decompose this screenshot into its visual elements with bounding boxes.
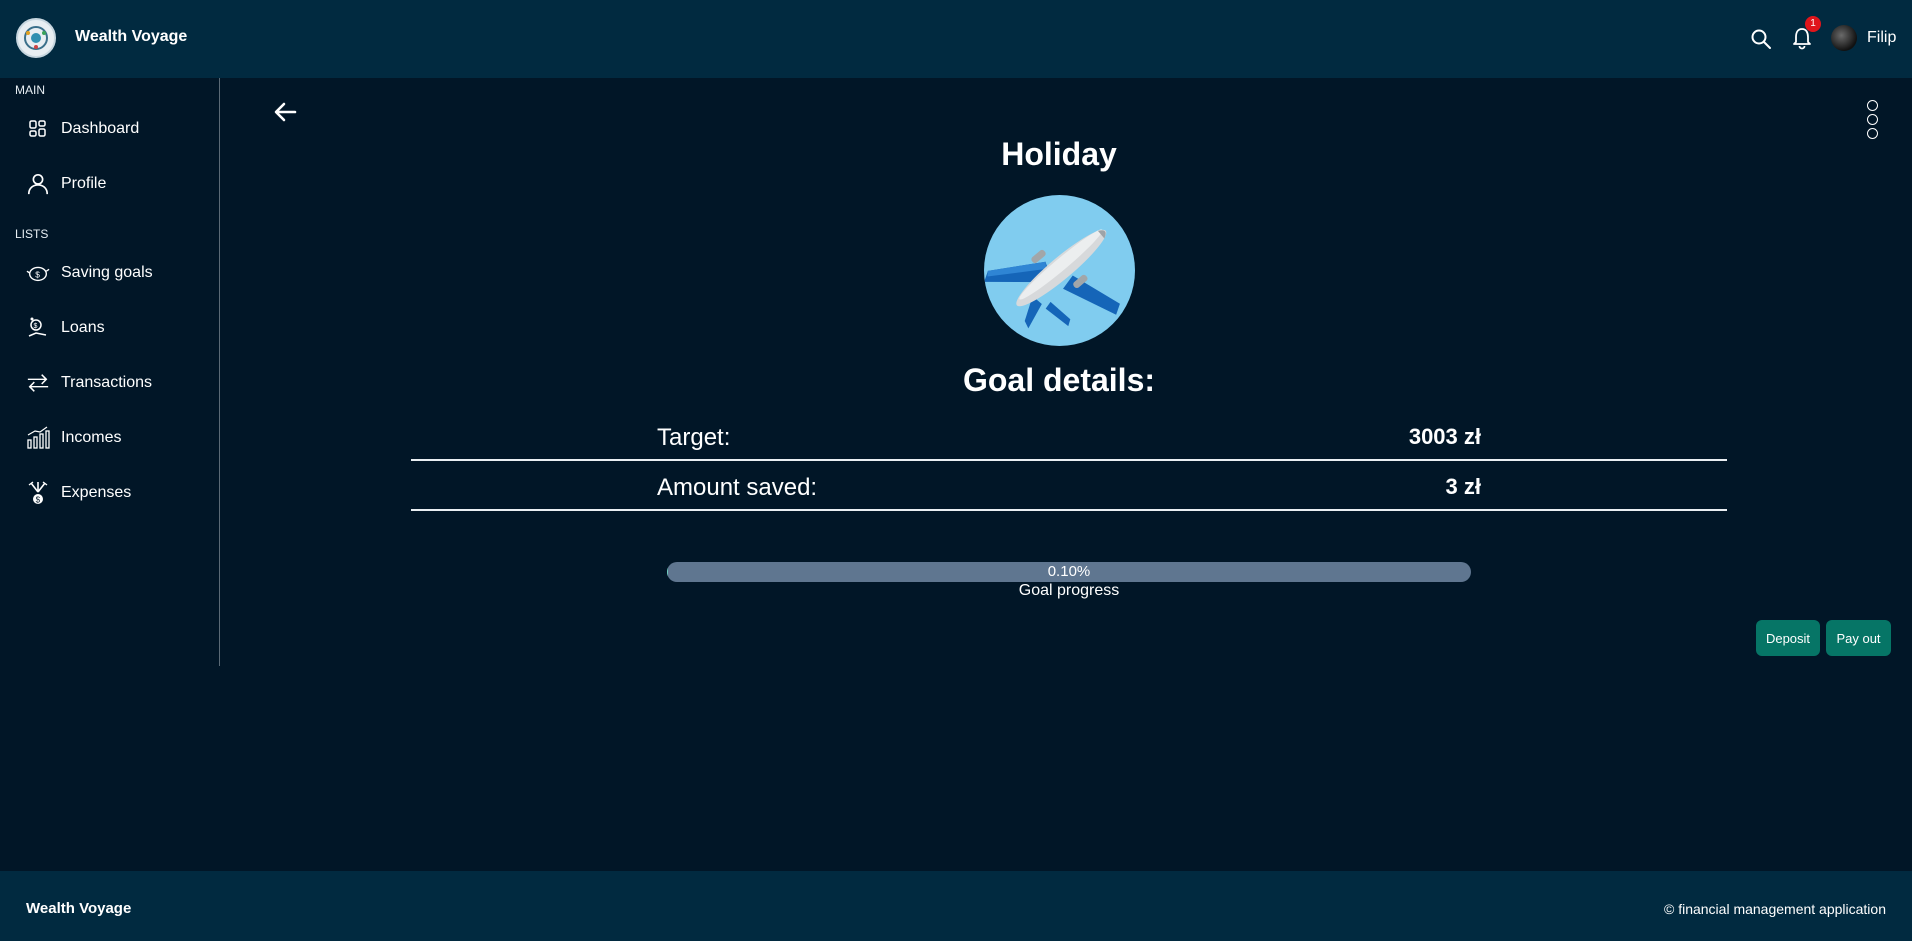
svg-text:$: $ — [34, 323, 38, 330]
sidebar-item-label: Incomes — [61, 429, 122, 446]
logo-icon — [24, 26, 48, 50]
sidebar-item-transactions[interactable]: Transactions — [0, 361, 219, 405]
sidebar-item-label: Dashboard — [61, 120, 140, 137]
target-row: Target: 3003 zł — [411, 411, 1727, 461]
sidebar-item-dashboard[interactable]: Dashboard — [0, 107, 219, 151]
top-header: Wealth Voyage 1 Filip — [0, 0, 1912, 78]
amount-saved-value: 3 zł — [1445, 474, 1481, 499]
sidebar-item-incomes[interactable]: Incomes — [0, 416, 219, 460]
amount-saved-label: Amount saved: — [657, 474, 818, 501]
transfer-arrows-icon — [26, 371, 50, 395]
loan-icon: $ — [26, 316, 50, 340]
goal-progress-percent: 0.10% — [1047, 563, 1091, 580]
deposit-button[interactable]: Deposit — [1756, 620, 1820, 656]
money-fly-icon: $ — [26, 481, 50, 505]
amount-saved-row: Amount saved: 3 zł — [411, 461, 1727, 511]
svg-text:$: $ — [35, 270, 40, 280]
more-options-icon[interactable] — [1867, 100, 1881, 142]
sidebar-item-profile[interactable]: Profile — [0, 162, 219, 206]
goal-details-heading: Goal details: — [962, 362, 1156, 398]
dashboard-icon — [26, 117, 50, 141]
goal-progress-bar: 0.10% — [667, 562, 1471, 582]
sidebar-section-main: MAIN — [15, 83, 45, 97]
sidebar-item-label: Saving goals — [61, 264, 153, 281]
target-label: Target: — [657, 424, 731, 451]
sidebar-item-label: Transactions — [61, 374, 152, 391]
footer: Wealth Voyage © financial management app… — [0, 871, 1912, 941]
sidebar-item-label: Profile — [61, 175, 107, 192]
notification-badge: 1 — [1805, 16, 1821, 32]
back-arrow-icon[interactable] — [273, 100, 299, 124]
airplane-icon — [984, 195, 1135, 346]
sidebar-section-lists: LISTS — [15, 227, 49, 241]
footer-brand: Wealth Voyage — [26, 900, 132, 917]
sidebar-item-label: Loans — [61, 319, 105, 336]
chart-up-icon — [26, 426, 50, 450]
goal-title: Holiday — [1001, 136, 1117, 172]
search-icon[interactable] — [1750, 28, 1772, 50]
target-value: 3003 zł — [1408, 424, 1481, 449]
svg-text:$: $ — [36, 496, 41, 505]
avatar[interactable] — [1831, 25, 1857, 51]
app-logo[interactable] — [16, 18, 56, 58]
user-icon — [26, 172, 50, 196]
sidebar-item-label: Expenses — [61, 484, 132, 501]
user-name[interactable]: Filip — [1867, 29, 1896, 47]
goal-progress-caption: Goal progress — [1018, 582, 1120, 599]
footer-copyright: © financial management application — [1663, 901, 1886, 917]
piggy-bank-icon: $ — [26, 261, 50, 285]
sidebar-item-expenses[interactable]: $ Expenses — [0, 471, 219, 515]
app-brand[interactable]: Wealth Voyage — [75, 28, 187, 46]
sidebar-item-loans[interactable]: $ Loans — [0, 306, 219, 350]
pay-out-button[interactable]: Pay out — [1826, 620, 1891, 656]
sidebar-item-saving-goals[interactable]: $ Saving goals — [0, 251, 219, 295]
sidebar: MAIN Dashboard Profile LISTS $ Saving go… — [0, 78, 220, 666]
